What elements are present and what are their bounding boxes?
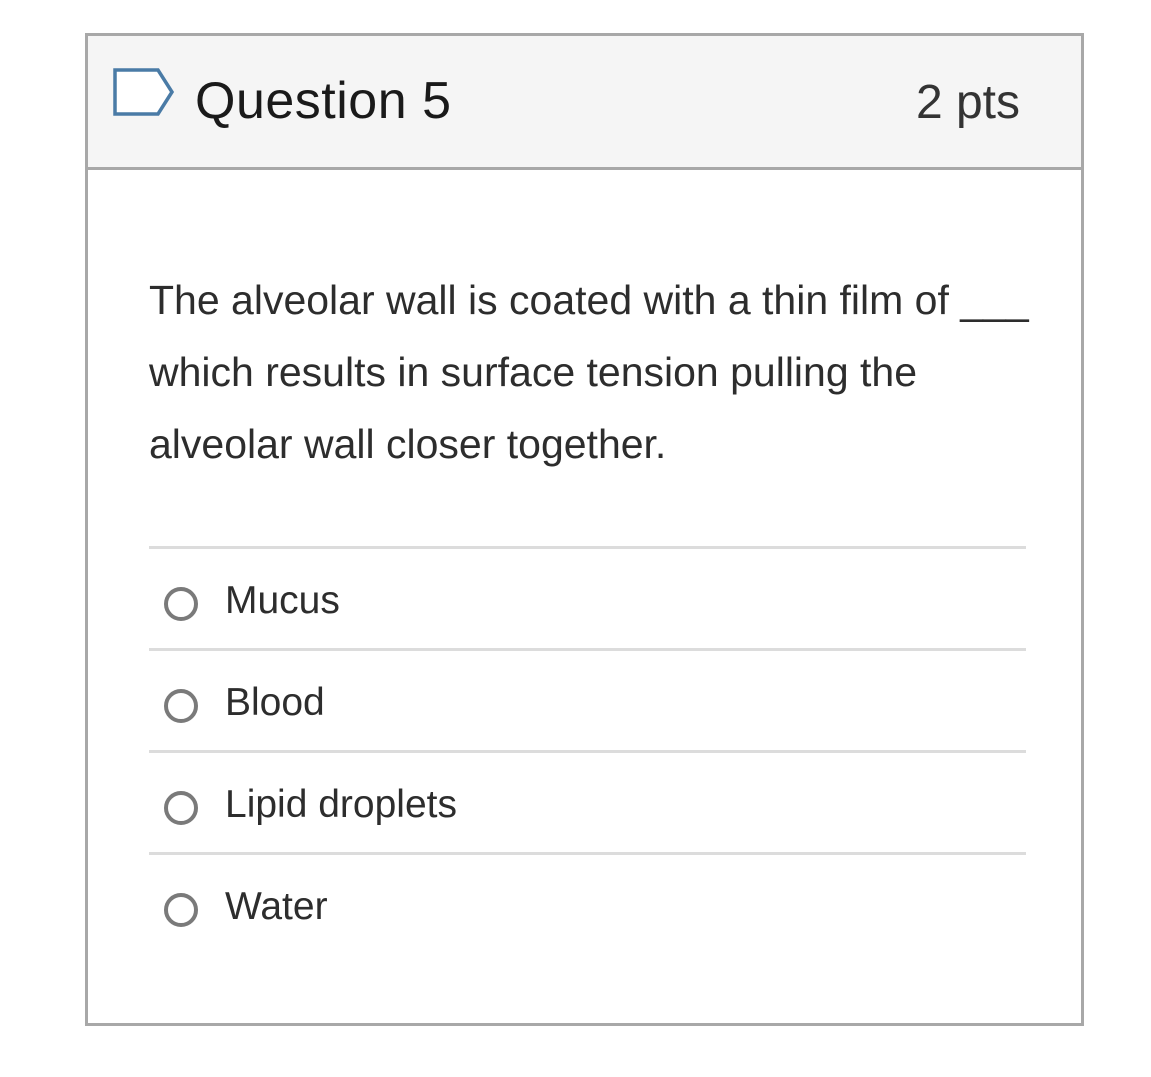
radio-button[interactable] bbox=[164, 893, 198, 927]
answer-label: Water bbox=[225, 885, 328, 928]
answer-list: Mucus Blood Lipid droplets Water bbox=[149, 546, 1026, 954]
answer-option-water[interactable]: Water bbox=[149, 852, 1026, 954]
radio-button[interactable] bbox=[164, 791, 198, 825]
answer-option-mucus[interactable]: Mucus bbox=[149, 546, 1026, 648]
question-card: Question 5 2 pts The alveolar wall is co… bbox=[85, 33, 1084, 1026]
answer-option-lipid-droplets[interactable]: Lipid droplets bbox=[149, 750, 1026, 852]
answer-label: Mucus bbox=[225, 579, 340, 622]
radio-button[interactable] bbox=[164, 587, 198, 621]
answer-label: Lipid droplets bbox=[225, 783, 457, 826]
question-points: 2 pts bbox=[915, 76, 1020, 129]
question-header: Question 5 2 pts bbox=[88, 36, 1081, 170]
radio-button[interactable] bbox=[164, 689, 198, 723]
question-text: The alveolar wall is coated with a thin … bbox=[149, 277, 1029, 467]
answer-option-blood[interactable]: Blood bbox=[149, 648, 1026, 750]
flag-icon[interactable] bbox=[112, 67, 176, 117]
answer-label: Blood bbox=[225, 681, 325, 724]
question-title: Question 5 bbox=[195, 72, 452, 130]
